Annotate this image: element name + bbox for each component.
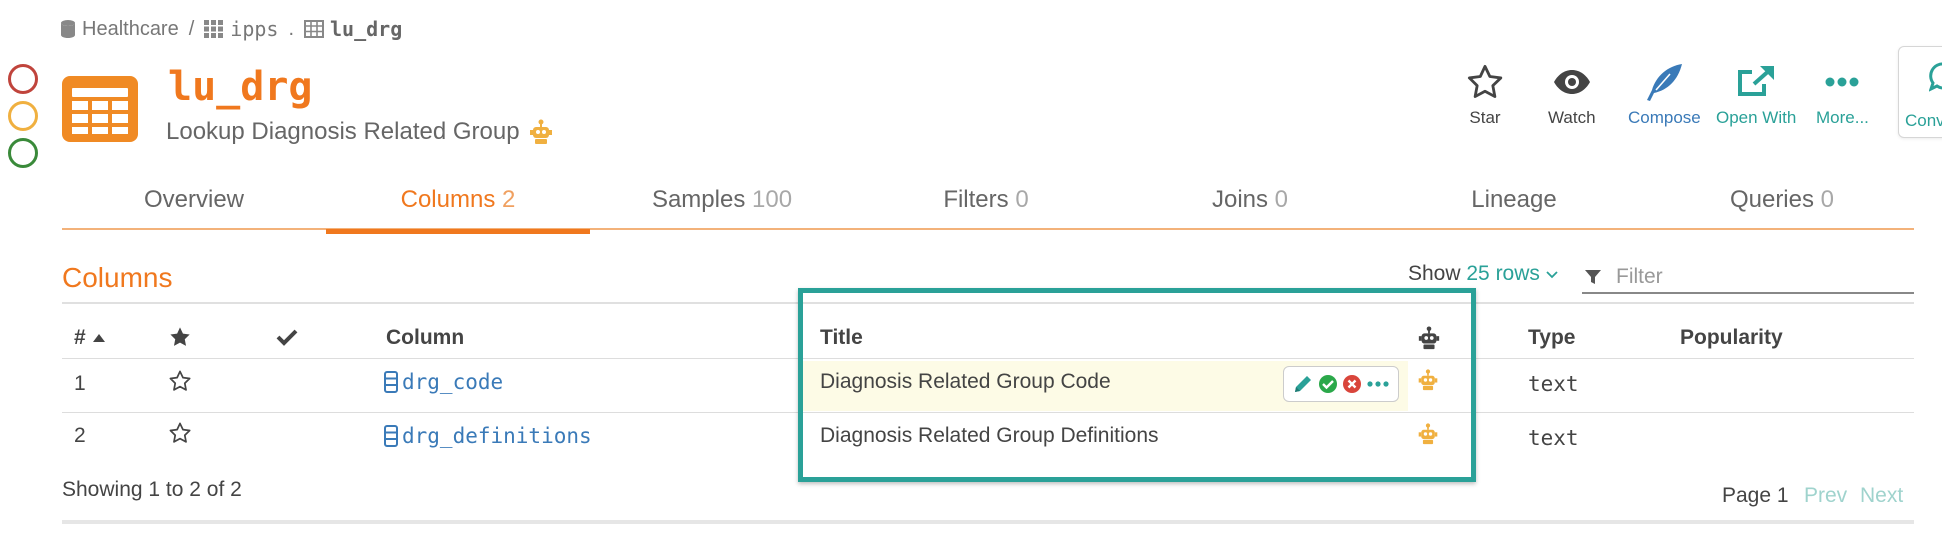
tab-filters[interactable]: Filters 0 — [854, 186, 1118, 214]
row-number: 1 — [74, 372, 86, 395]
tab-samples[interactable]: Samples 100 — [590, 186, 854, 214]
breadcrumb-database[interactable]: Healthcare — [82, 18, 179, 41]
breadcrumb-table: lu_drg — [330, 17, 403, 41]
tab-label: Samples — [651, 186, 746, 213]
star-outline-icon[interactable] — [168, 422, 192, 444]
open-with-action[interactable]: Open With — [1716, 62, 1796, 128]
feather-icon — [1647, 64, 1683, 101]
tab-count: 100 — [752, 186, 793, 213]
tab-bar: Overview Columns 2 Samples 100 Filters 0… — [62, 172, 1914, 234]
tab-label: Lineage — [1471, 186, 1557, 213]
more-icon — [1825, 77, 1859, 87]
check-icon[interactable] — [276, 328, 298, 346]
column-name-link[interactable]: drg_definitions — [402, 424, 592, 448]
tab-label: Joins — [1211, 186, 1268, 213]
grid-icon — [204, 20, 224, 38]
breadcrumb-dot: . — [288, 17, 295, 40]
breadcrumb-separator: / — [188, 17, 195, 40]
tab-count: 0 — [1274, 186, 1289, 213]
section-title: Columns — [62, 262, 173, 293]
breadcrumb-schema[interactable]: ipps — [230, 17, 278, 41]
tab-lineage[interactable]: Lineage — [1382, 186, 1646, 214]
next-button[interactable]: Next — [1860, 484, 1903, 508]
column-icon — [384, 425, 398, 447]
tab-count: 0 — [1820, 186, 1835, 213]
external-link-icon — [1738, 66, 1775, 96]
compose-label: Compose — [1628, 108, 1701, 127]
yellow-circle[interactable] — [8, 101, 38, 131]
open-with-label: Open With — [1716, 108, 1797, 127]
prev-button[interactable]: Prev — [1804, 484, 1847, 508]
converse-label: Conv — [1905, 111, 1942, 130]
column-name-link[interactable]: drg_code — [402, 370, 503, 394]
watch-action[interactable]: Watch — [1548, 62, 1596, 128]
watch-label: Watch — [1548, 108, 1596, 127]
type-cell: text — [1528, 426, 1579, 450]
page-subtitle: Lookup Diagnosis Related Group — [166, 118, 552, 146]
database-icon — [61, 20, 75, 38]
header-type[interactable]: Type — [1528, 326, 1575, 350]
tab-joins[interactable]: Joins 0 — [1118, 186, 1382, 214]
tab-count: 0 — [1015, 186, 1029, 213]
table-icon — [304, 20, 325, 38]
more-label: More... — [1816, 108, 1869, 127]
compose-action[interactable]: Compose — [1628, 62, 1701, 128]
column-icon — [384, 371, 398, 393]
header-number-label: # — [74, 326, 86, 349]
filter-icon — [1585, 270, 1601, 284]
column-name-cell[interactable]: drg_definitions — [384, 424, 592, 448]
header-number[interactable]: # — [74, 326, 106, 350]
rows-dropdown[interactable]: 25 rows — [1466, 262, 1540, 285]
chat-icon — [1929, 62, 1942, 92]
robot-icon[interactable] — [529, 119, 552, 145]
tab-label: Filters — [943, 186, 1009, 213]
eye-icon — [1553, 70, 1590, 94]
page-title: lu_drg — [168, 64, 313, 110]
red-circle[interactable] — [8, 64, 38, 94]
showing-count: Showing 1 to 2 of 2 — [62, 478, 242, 501]
tab-count: 2 — [502, 186, 516, 213]
star-action[interactable]: Star — [1466, 62, 1504, 128]
header-popularity[interactable]: Popularity — [1680, 326, 1783, 350]
tab-label: Queries — [1729, 186, 1814, 213]
title-column-highlight — [798, 288, 1476, 482]
row-number: 2 — [74, 424, 86, 447]
star-outline-icon — [1467, 64, 1503, 98]
tab-columns[interactable]: Columns 2 — [326, 186, 590, 214]
tab-overview[interactable]: Overview — [62, 186, 326, 214]
tab-label: Columns — [400, 186, 496, 213]
star-icon[interactable] — [168, 326, 192, 348]
filter-input[interactable] — [1614, 264, 1894, 290]
star-outline-icon[interactable] — [168, 370, 192, 392]
sort-up-icon — [92, 334, 105, 342]
chevron-down-icon — [1546, 271, 1558, 279]
type-cell: text — [1528, 372, 1579, 396]
footer-divider — [62, 520, 1914, 524]
rows-per-page[interactable]: Show 25 rows — [1408, 262, 1558, 286]
more-action[interactable]: More... — [1816, 62, 1869, 128]
filter-field — [1582, 262, 1914, 294]
column-name-cell[interactable]: drg_code — [384, 370, 503, 394]
tab-queries[interactable]: Queries 0 — [1650, 186, 1914, 214]
tab-label: Overview — [143, 186, 245, 213]
show-label: Show — [1408, 262, 1461, 285]
converse-button[interactable]: Conv — [1898, 46, 1942, 138]
active-tab-indicator — [326, 229, 590, 234]
green-circle[interactable] — [8, 138, 38, 168]
page-indicator: Page 1 — [1722, 484, 1789, 507]
breadcrumb: Healthcare / ipps . lu_drg — [60, 16, 402, 42]
header-column[interactable]: Column — [386, 326, 464, 350]
subtitle-text: Lookup Diagnosis Related Group — [166, 118, 520, 145]
table-logo-icon — [62, 76, 138, 142]
star-label: Star — [1469, 108, 1501, 127]
